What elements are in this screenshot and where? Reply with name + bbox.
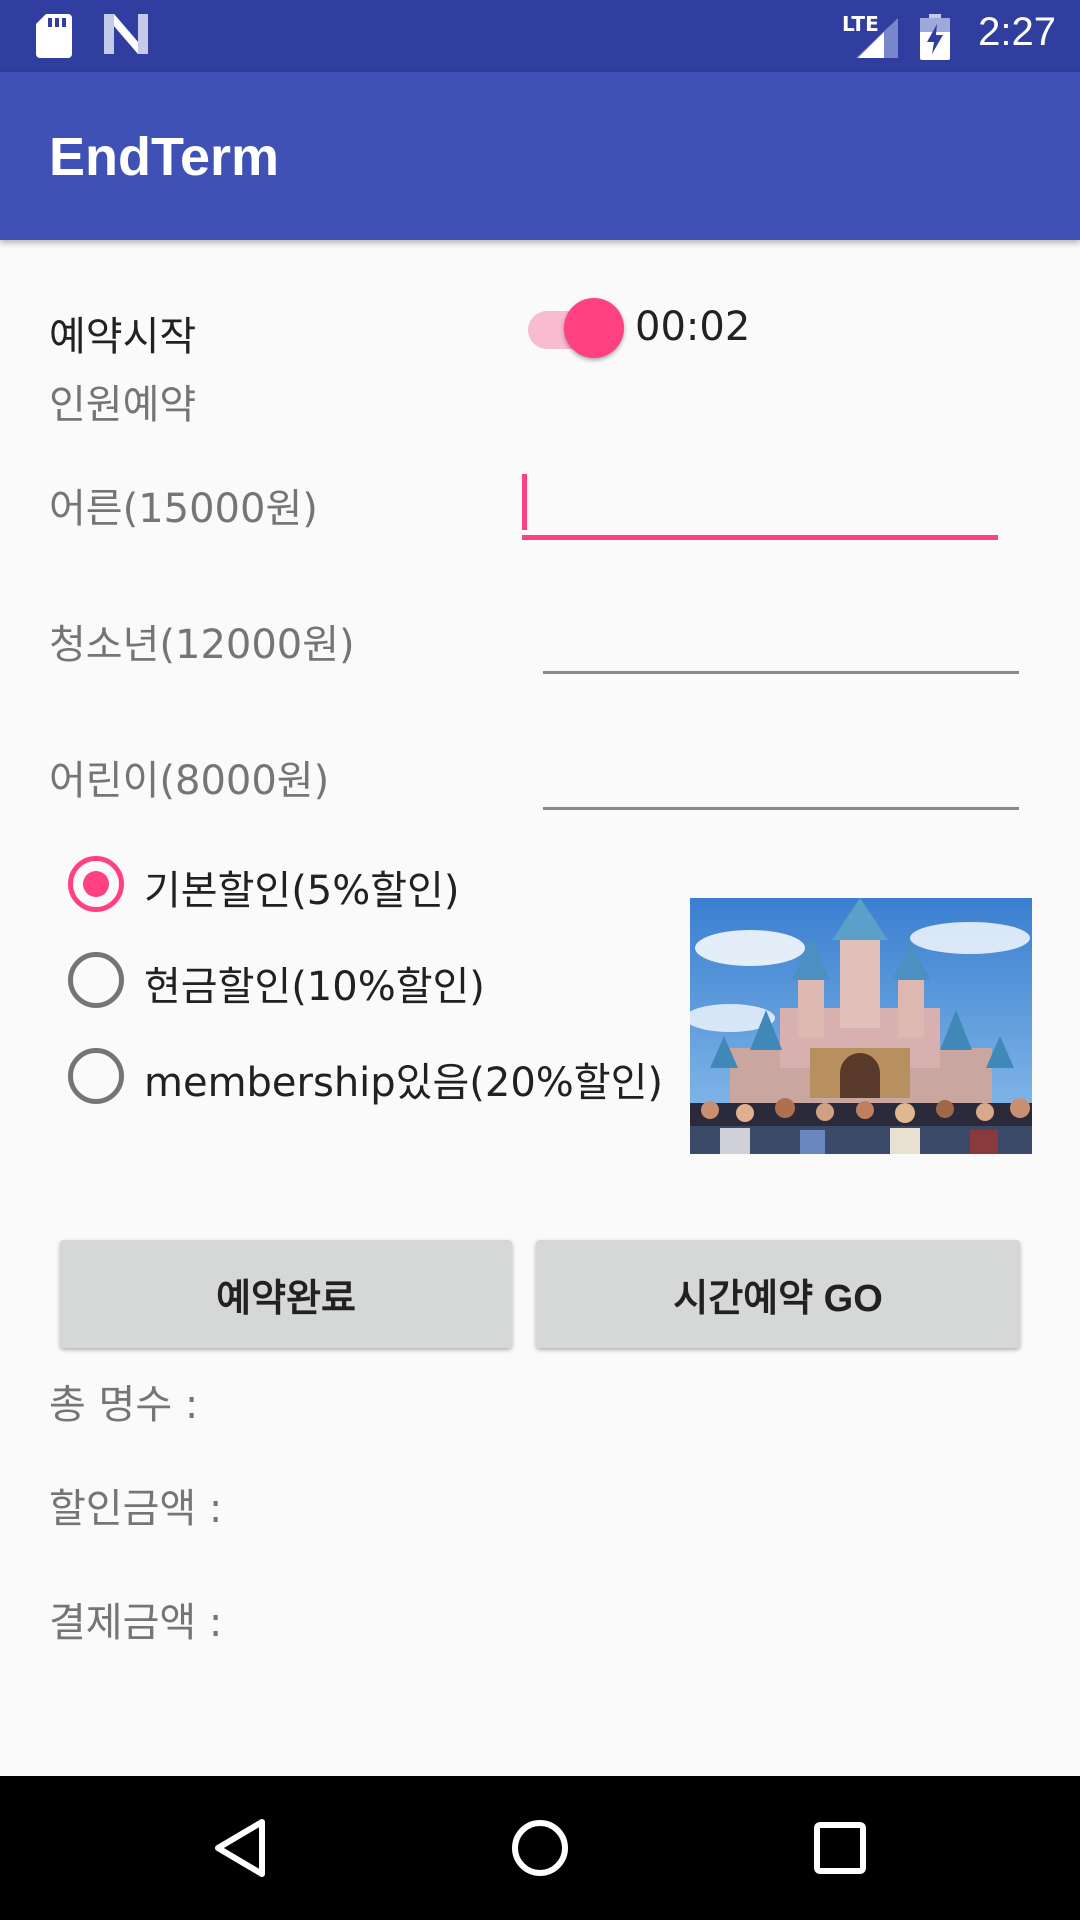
discount-amount-label: 할인금액 : (49, 1486, 223, 1532)
input-underline (543, 807, 1019, 810)
home-icon[interactable] (500, 1808, 580, 1888)
youth-label: 청소년(12000원) (49, 622, 355, 668)
radio-cash-discount[interactable] (64, 948, 124, 1008)
reservation-complete-button[interactable]: 예약완료 (60, 1240, 512, 1348)
navigation-bar (0, 1776, 1080, 1920)
payment-amount-label: 결제금액 : (49, 1600, 223, 1646)
child-label: 어린이(8000원) (49, 758, 330, 804)
radio-membership-discount[interactable] (64, 1044, 124, 1104)
clock: 2:27 (978, 10, 1056, 54)
child-count-input[interactable] (543, 740, 1019, 810)
time-reservation-go-label: 시간예약 GO (673, 1277, 883, 1320)
adult-label: 어른(15000원) (49, 486, 318, 532)
radio-ring (68, 952, 124, 1008)
app-title: EndTerm (49, 127, 280, 187)
sd-card-icon (36, 14, 72, 58)
reservation-switch[interactable] (528, 298, 624, 362)
radio-ring (68, 1048, 124, 1104)
radio-label-cash-discount[interactable]: 현금할인(10%할인) (144, 954, 485, 1012)
text-cursor (522, 474, 527, 530)
time-reservation-go-button[interactable]: 시간예약 GO (536, 1240, 1020, 1348)
back-icon[interactable] (200, 1808, 280, 1888)
reservation-start-label: 예약시작 (49, 314, 197, 360)
youth-count-input[interactable] (543, 604, 1019, 674)
app-bar: EndTerm (0, 72, 1080, 240)
total-count-label: 총 명수 : (49, 1382, 199, 1428)
radio-label-basic-discount[interactable]: 기본할인(5%할인) (144, 858, 459, 916)
n-logo-icon (104, 14, 148, 54)
radio-label-membership-discount[interactable]: membership있음(20%할인) (144, 1050, 663, 1108)
timer-label: 00:02 (635, 304, 751, 350)
castle-photo (690, 898, 1032, 1154)
status-bar: LTE 2:27 (0, 0, 1080, 72)
radio-dot (83, 871, 109, 897)
section-label-people: 인원예약 (49, 382, 197, 428)
radio-basic-discount[interactable] (64, 852, 124, 912)
input-underline (543, 671, 1019, 674)
adult-count-input[interactable] (522, 470, 998, 540)
recents-icon[interactable] (800, 1808, 880, 1888)
input-underline (522, 535, 998, 540)
switch-thumb (564, 298, 624, 358)
battery-charging-icon (920, 14, 950, 60)
lte-signal-icon (856, 18, 898, 58)
reservation-complete-label: 예약완료 (216, 1277, 356, 1320)
